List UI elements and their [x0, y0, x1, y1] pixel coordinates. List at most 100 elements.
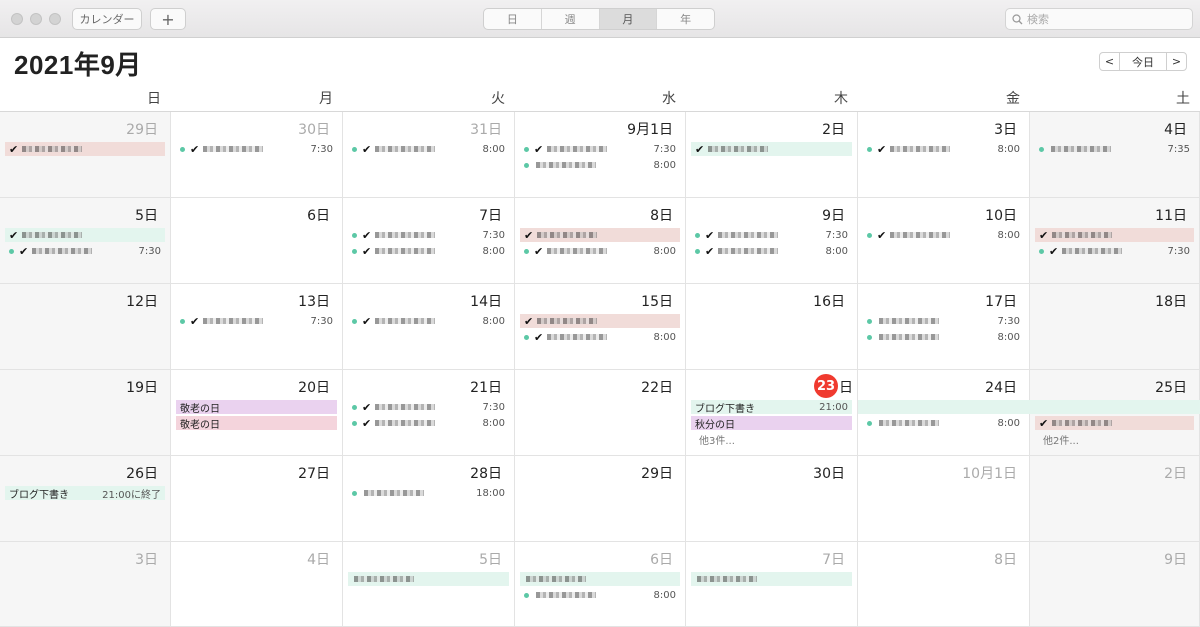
calendar-event[interactable]: 7:30 — [863, 314, 1024, 328]
view-month-tab[interactable]: 月 — [599, 9, 658, 29]
calendar-event[interactable]: ✔ — [520, 314, 680, 328]
day-cell[interactable]: 8日 — [858, 542, 1030, 627]
calendar-event[interactable]: ✔ 8:00 — [348, 416, 509, 430]
calendar-event[interactable] — [348, 572, 509, 586]
calendar-event[interactable]: ✔ 8:00 — [863, 142, 1024, 156]
more-events-link[interactable]: 他2件... — [1043, 432, 1079, 447]
today-button[interactable]: 今日 — [1119, 52, 1167, 71]
zoom-window-button[interactable] — [49, 13, 61, 25]
checkmark-icon: ✔ — [362, 400, 372, 414]
view-week-tab[interactable]: 週 — [542, 9, 600, 29]
search-field[interactable] — [1005, 8, 1193, 30]
day-cell[interactable]: 6日 8:00 — [515, 542, 686, 627]
day-cell[interactable]: 9日 ✔ 7:30 ✔ 8:00 — [686, 198, 858, 284]
calendar-event[interactable]: 18:00 — [348, 486, 509, 500]
view-day-tab[interactable]: 日 — [484, 9, 542, 29]
calendar-event[interactable]: ✔ 7:30 — [5, 244, 165, 258]
redacted-text — [547, 248, 608, 254]
day-cell[interactable]: 23 日ブログ下書き 21:00 秋分の日 他3件... — [686, 370, 858, 456]
calendar-event[interactable] — [691, 572, 852, 586]
day-cell[interactable]: 10日 ✔ 8:00 — [858, 198, 1030, 284]
day-cell[interactable]: 10月1日 — [858, 456, 1030, 542]
calendar-event[interactable]: 秋分の日 — [691, 416, 852, 431]
calendar-event[interactable]: ✔ 8:00 — [348, 142, 509, 156]
next-month-button[interactable]: > — [1166, 52, 1187, 71]
day-cell[interactable]: 7日 — [686, 542, 858, 627]
day-cell[interactable]: 12日 — [0, 284, 171, 370]
close-window-button[interactable] — [11, 13, 23, 25]
search-icon — [1012, 13, 1023, 24]
day-cell[interactable]: 26日 ブログ下書き 21:00に終了 — [0, 456, 171, 542]
day-cell[interactable]: 28日 18:00 — [343, 456, 515, 542]
day-cell[interactable]: 15日 ✔ ✔ 8:00 — [515, 284, 686, 370]
calendar-event[interactable]: 8:00 — [863, 330, 1024, 344]
calendar-event[interactable]: ✔ 8:00 — [520, 330, 680, 344]
calendar-event[interactable]: ✔ 8:00 — [691, 244, 852, 258]
more-events-link[interactable]: 他3件... — [699, 432, 735, 447]
day-cell[interactable]: 5日 — [343, 542, 515, 627]
day-cell[interactable]: 29日 — [515, 456, 686, 542]
day-cell[interactable]: 6日 — [171, 198, 343, 284]
calendar-event[interactable]: ✔ — [520, 228, 680, 242]
view-year-tab[interactable]: 年 — [657, 9, 714, 29]
calendar-event[interactable]: ✔ — [5, 228, 165, 242]
day-cell[interactable]: 9月1日 ✔ 7:30 8:00 — [515, 112, 686, 198]
day-cell[interactable]: 4日 7:35 — [1030, 112, 1200, 198]
day-cell[interactable]: 9日 — [1030, 542, 1200, 627]
calendar-event[interactable]: ✔ 8:00 — [348, 244, 509, 258]
day-cell[interactable]: 21日 ✔ 7:30 ✔ 8:00 — [343, 370, 515, 456]
minimize-window-button[interactable] — [30, 13, 42, 25]
day-cell[interactable]: 17日 7:30 8:00 — [858, 284, 1030, 370]
calendar-event[interactable]: ブログ下書き 21:00に終了 — [5, 486, 165, 501]
calendars-button[interactable]: カレンダー — [72, 8, 142, 30]
calendar-event[interactable]: ✔ 8:00 — [348, 314, 509, 328]
calendar-event[interactable]: ✔ 7:30 — [691, 228, 852, 242]
calendar-event[interactable] — [520, 572, 680, 586]
calendar-event[interactable]: ✔ 7:30 — [520, 142, 680, 156]
calendar-event[interactable]: ✔ — [1035, 228, 1194, 242]
day-cell[interactable]: 7日 ✔ 7:30 ✔ 8:00 — [343, 198, 515, 284]
calendar-event[interactable]: 敬老の日 — [176, 416, 337, 431]
day-cell[interactable]: 30日 — [686, 456, 858, 542]
day-cell[interactable]: 4日 — [171, 542, 343, 627]
day-cell[interactable]: 14日 ✔ 8:00 — [343, 284, 515, 370]
calendar-event[interactable]: ✔ 8:00 — [520, 244, 680, 258]
calendar-event[interactable]: ✔ 7:30 — [176, 314, 337, 328]
day-cell[interactable]: 31日 ✔ 8:00 — [343, 112, 515, 198]
day-cell[interactable]: 30日 ✔ 7:30 — [171, 112, 343, 198]
day-cell[interactable]: 19日 — [0, 370, 171, 456]
calendar-event[interactable]: ✔ 7:30 — [348, 228, 509, 242]
multi-day-event-continuation[interactable] — [858, 400, 1200, 414]
calendar-event[interactable]: ✔ 8:00 — [863, 228, 1024, 242]
calendar-event[interactable]: 敬老の日 — [176, 400, 337, 415]
day-cell[interactable]: 11日 ✔ ✔ 7:30 — [1030, 198, 1200, 284]
day-cell[interactable]: 2日 ✔ — [686, 112, 858, 198]
calendar-event[interactable]: 7:35 — [1035, 142, 1194, 156]
calendar-event[interactable]: ✔ 7:30 — [176, 142, 337, 156]
day-cell[interactable]: 3日 — [0, 542, 171, 627]
calendar-event[interactable]: 8:00 — [520, 158, 680, 172]
day-cell[interactable]: 20日 敬老の日 敬老の日 — [171, 370, 343, 456]
calendar-event[interactable]: ブログ下書き 21:00 — [691, 400, 852, 415]
calendar-event[interactable]: ✔ 7:30 — [348, 400, 509, 414]
calendar-event[interactable]: ✔ — [1035, 416, 1194, 430]
day-cell[interactable]: 3日 ✔ 8:00 — [858, 112, 1030, 198]
calendar-event[interactable]: ✔ 7:30 — [1035, 244, 1194, 258]
calendar-event[interactable]: ✔ — [691, 142, 852, 156]
day-cell[interactable]: 22日 — [515, 370, 686, 456]
day-cell[interactable]: 8日 ✔ ✔ 8:00 — [515, 198, 686, 284]
calendar-event[interactable]: 8:00 — [520, 588, 680, 602]
day-cell[interactable]: 27日 — [171, 456, 343, 542]
day-cell[interactable]: 13日 ✔ 7:30 — [171, 284, 343, 370]
day-cell[interactable]: 29日 ✔ — [0, 112, 171, 198]
day-cell[interactable]: 16日 — [686, 284, 858, 370]
day-cell[interactable]: 2日 — [1030, 456, 1200, 542]
prev-month-button[interactable]: < — [1099, 52, 1120, 71]
calendar-event[interactable]: ✔ — [5, 142, 165, 156]
add-event-button[interactable]: + — [150, 8, 186, 30]
day-cell[interactable]: 18日 — [1030, 284, 1200, 370]
search-input[interactable] — [1027, 12, 1187, 26]
day-cell[interactable]: 5日 ✔ ✔ 7:30 — [0, 198, 171, 284]
checkmark-icon: ✔ — [1049, 244, 1059, 258]
calendar-event[interactable]: 8:00 — [863, 416, 1024, 430]
